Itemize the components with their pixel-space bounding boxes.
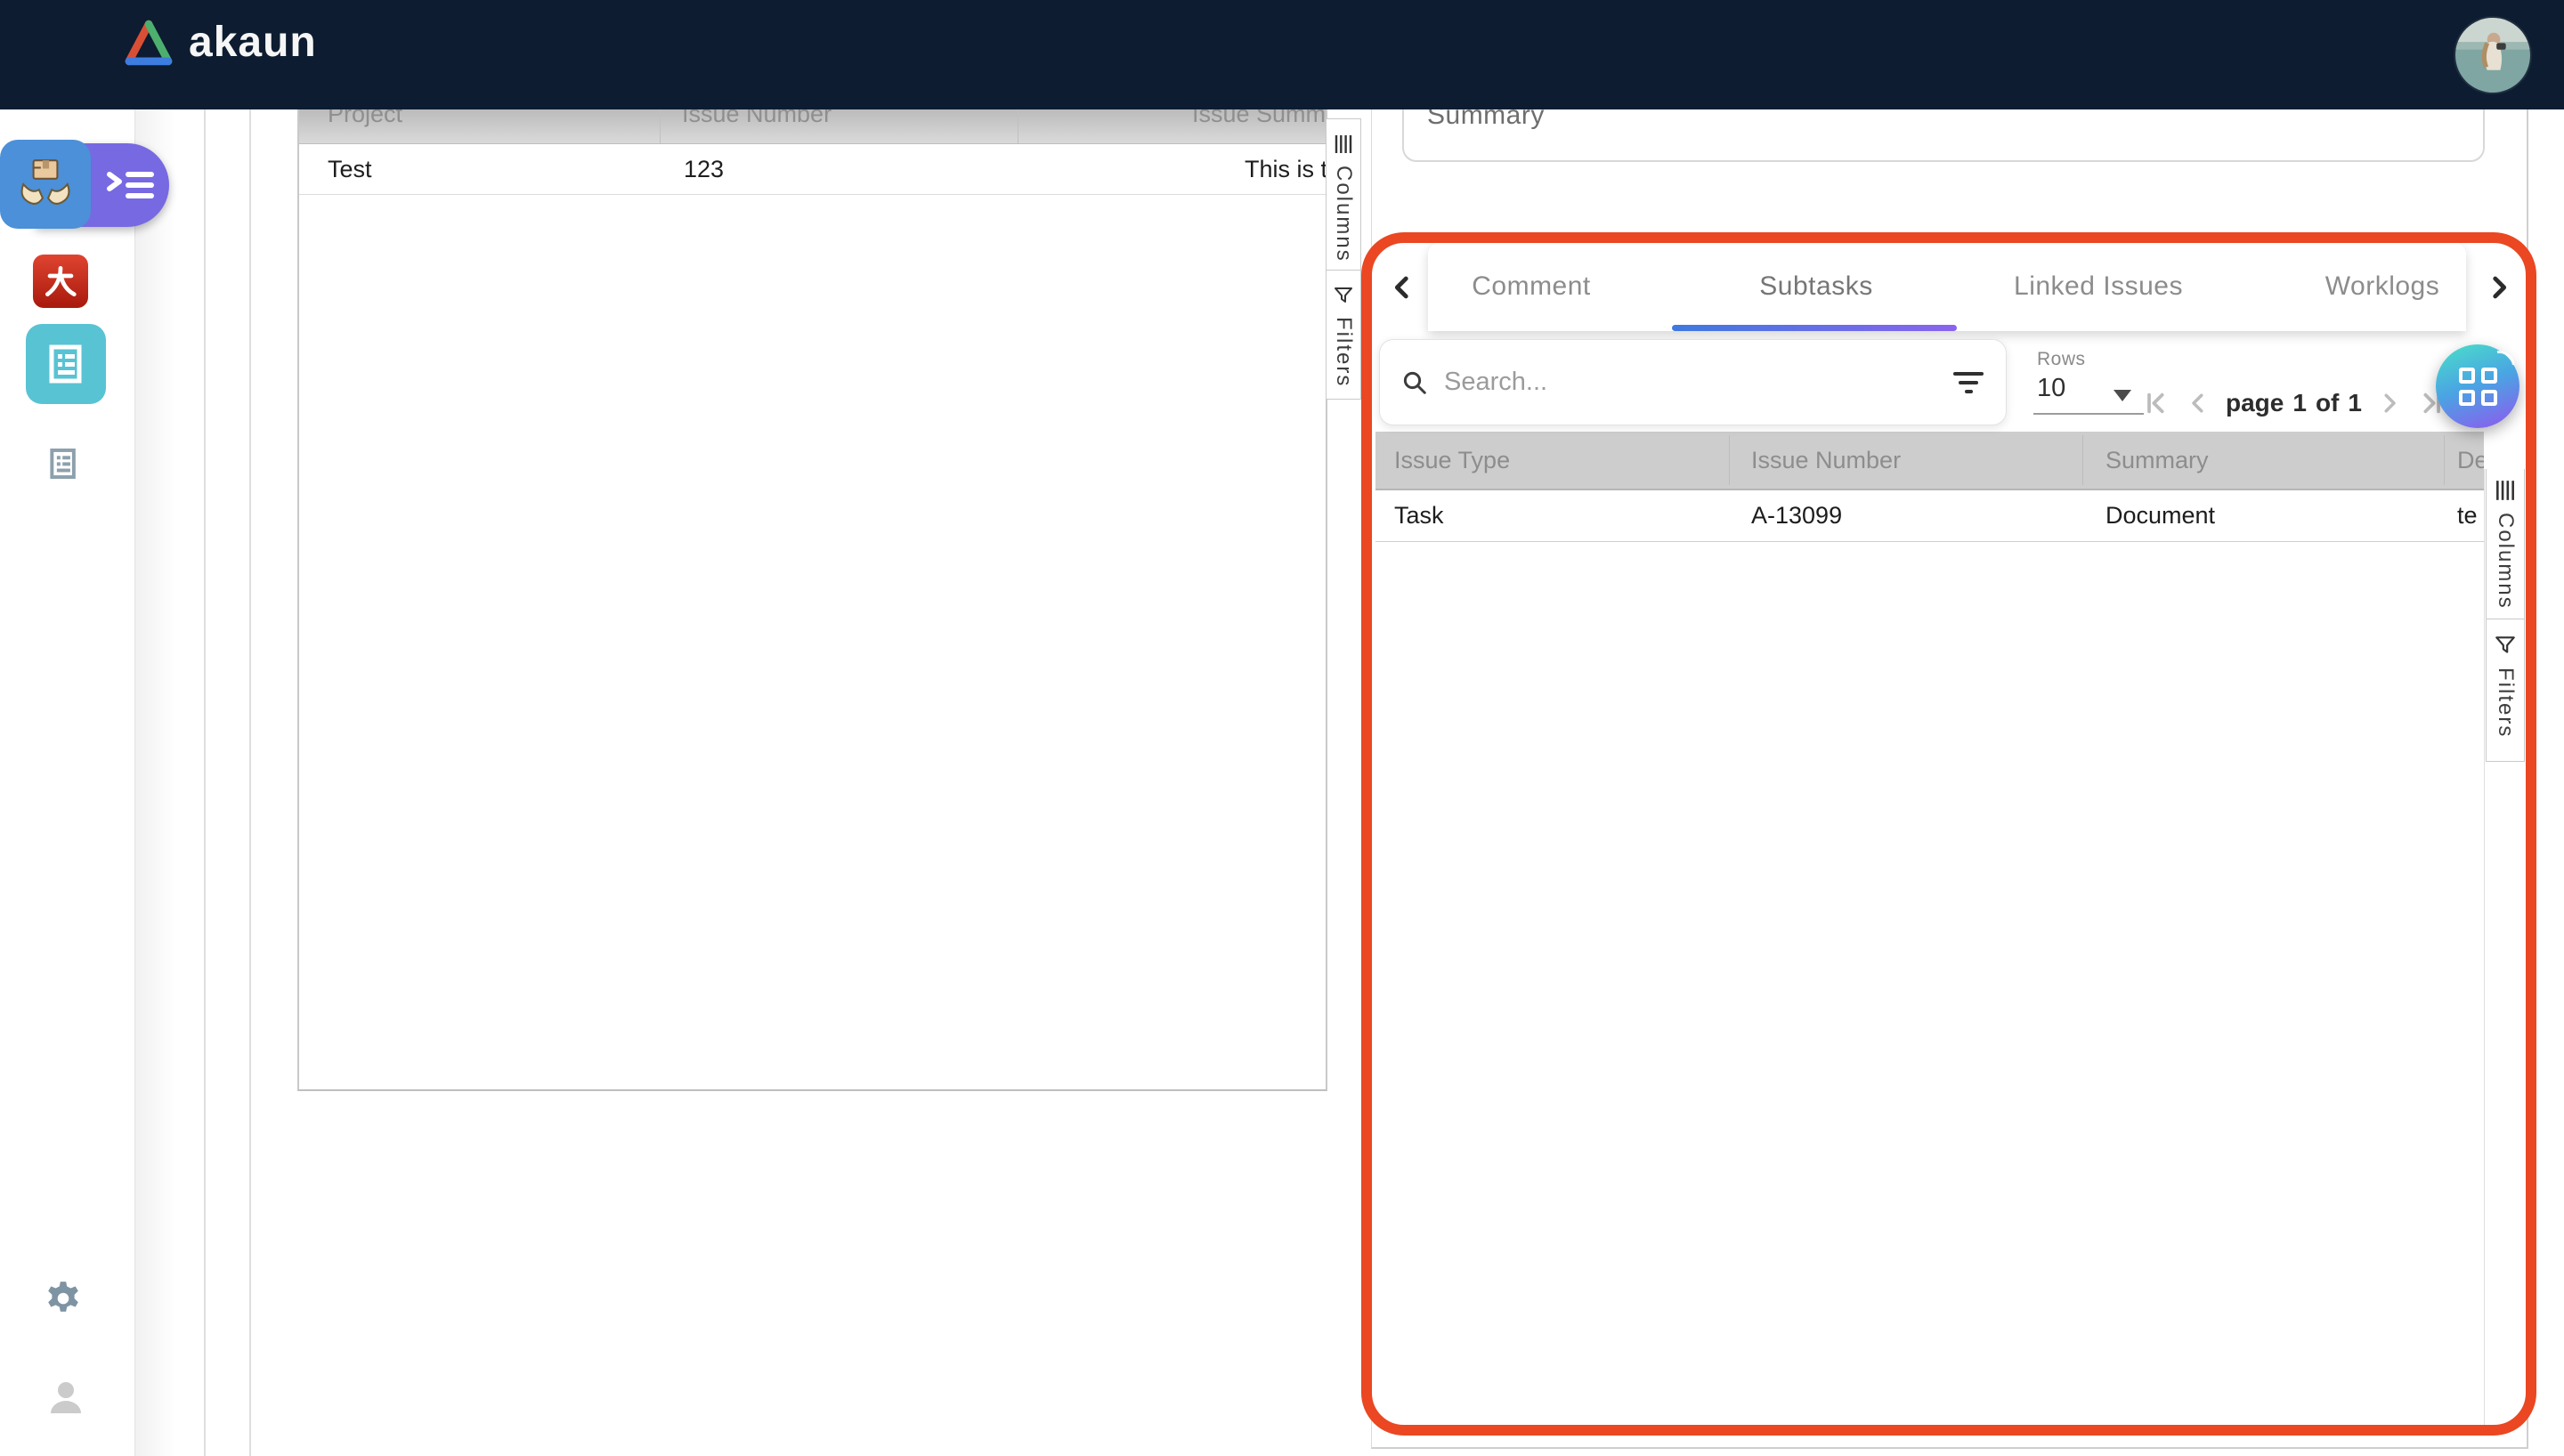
table-row[interactable]: Task A-13099 Document te [1375,490,2484,542]
rows-select-underline [2033,413,2144,415]
column-header-issue-type: Issue Type [1394,432,1510,489]
filter-funnel-icon [2494,634,2517,657]
rows-per-page-value[interactable]: 10 [2037,374,2065,403]
subtasks-table-header: Issue Type Issue Number Summary De [1375,432,2484,490]
user-avatar[interactable] [2455,18,2530,93]
filter-list-icon[interactable] [1952,372,1984,393]
first-page-icon [2142,389,2170,417]
column-header-issue-number: Issue Number [1751,432,1901,489]
previous-page-button[interactable] [2185,390,2211,417]
cell-project: Test [328,144,372,194]
tab-worklogs[interactable]: Worklogs [2325,242,2439,331]
avatar-photo [2455,18,2530,93]
columns-side-tab-label: Columns [2495,513,2516,610]
columns-side-tab-label: Columns [1333,166,1354,263]
detail-tabs: Comment Subtasks Linked Issues Worklogs [1428,242,2466,331]
sidebar-item-logistics-app[interactable] [0,140,91,229]
sidebar-shadow [135,109,176,1456]
subtasks-search [1379,339,2007,425]
table-row[interactable]: Test 123 This is t [299,144,1326,195]
active-tab-indicator [1672,325,1957,331]
columns-icon [2494,479,2517,502]
column-divider [1729,435,1730,485]
gear-icon [45,1280,82,1317]
column-divider [2444,435,2445,485]
tabs-scroll-left-button[interactable] [1385,270,1419,305]
search-input[interactable] [1442,367,1938,398]
table-edge-line [2484,469,2485,1433]
cell-issue-number: 123 [684,144,724,194]
hands-package-icon [16,155,75,214]
columns-side-tab[interactable]: Columns [2486,464,2525,619]
page-indicator: page 1 of 1 [2226,389,2362,417]
column-header-summary: Summary [2106,432,2209,489]
cjk-character-icon [43,263,78,299]
sidebar [0,109,135,1456]
chevron-right-icon [2484,272,2514,303]
apps-fab-button[interactable] [2436,344,2519,428]
account-button[interactable] [46,1378,85,1417]
settings-button[interactable] [45,1280,82,1317]
cell-description: te [2457,490,2478,541]
sidebar-item-ledger-app-active[interactable] [26,324,106,404]
filters-side-tab-label: Filters [2495,667,2516,738]
pagination: page 1 of 1 [2142,380,2446,426]
user-icon [46,1378,85,1417]
brand-logo[interactable]: akaun [123,18,317,67]
chevron-right-icon [2376,390,2403,417]
columns-side-tab[interactable]: Columns [1326,118,1361,271]
filters-side-tab[interactable]: Filters [2486,619,2525,762]
top-navigation-bar: akaun [0,0,2564,109]
cell-summary: Document [2106,490,2215,541]
filters-side-tab-label: Filters [1333,317,1354,387]
column-divider [2082,435,2083,485]
sidebar-item-cjk-app[interactable] [33,255,88,308]
cell-issue-number: A-13099 [1751,490,1842,541]
chevron-left-icon [1387,272,1417,303]
tab-linked-issues[interactable]: Linked Issues [2014,242,2183,331]
panel-divider [249,109,251,1456]
tabs-scroll-right-button[interactable] [2482,270,2516,305]
ledger-icon [46,445,80,482]
sidebar-item-ledger-secondary[interactable] [46,445,80,482]
filter-funnel-icon [1333,285,1354,306]
rows-per-page-label: Rows [2037,349,2086,370]
tab-subtasks[interactable]: Subtasks [1759,242,1872,331]
dropdown-caret-icon[interactable] [2114,390,2131,401]
ledger-icon [45,343,87,385]
chevron-left-icon [2185,390,2211,417]
cell-issue-type: Task [1394,490,1444,541]
sidebar-toggle-icon [105,166,155,205]
tab-comment[interactable]: Comment [1472,242,1591,331]
next-page-button[interactable] [2376,390,2403,417]
triangle-logo-icon [123,19,174,67]
first-page-button[interactable] [2142,389,2170,417]
panel-divider [204,109,206,1456]
issues-table: Project Issue Number Issue Summa Test 12… [297,85,1327,1091]
cell-issue-summary: This is t [1245,144,1326,194]
search-icon [1401,369,1428,396]
columns-icon [1333,133,1354,155]
brand-name: akaun [189,18,317,67]
app-window: Project Issue Number Issue Summa Test 12… [0,0,2564,1456]
scrollbar-corner [2484,432,2527,469]
filters-side-tab[interactable]: Filters [1326,270,1361,400]
